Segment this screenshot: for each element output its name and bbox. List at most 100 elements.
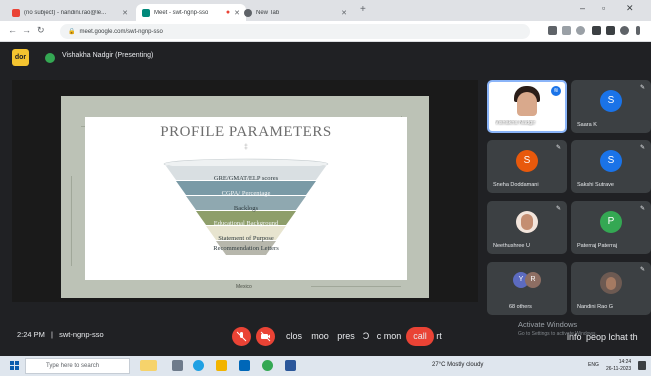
meet-control-bar: 2:24 PM | swt-ngnp-sso clos moo pres Ɔ c… — [0, 318, 651, 356]
reactions-button[interactable]: moo — [308, 327, 332, 346]
chrome-icon — [244, 8, 252, 17]
slide-content: PROFILE PARAMETERS ‡ GRE/GMAT/ELP scores… — [85, 117, 407, 280]
camera-toggle-button[interactable] — [256, 327, 275, 346]
meet-header: dor Vishakha Nadgir (Presenting) — [0, 42, 651, 72]
map-line — [311, 286, 401, 287]
participant-tile-sakshi[interactable]: ✎ S Sakshi Sutrave — [571, 140, 651, 193]
funnel-label: Educational Background — [213, 220, 279, 227]
menu-kebab-icon[interactable] — [636, 26, 640, 35]
divider: | — [51, 330, 53, 339]
url-text: meet.google.com/swt-ngnp-sso — [79, 28, 163, 35]
mic-off-icon: ✎ — [639, 85, 645, 91]
participant-tile-paterraj[interactable]: ✎ P Paterraj Paterraj — [571, 201, 651, 254]
avatar — [600, 272, 622, 294]
clock-date: 26-11-2023 — [606, 366, 632, 372]
participant-name: Neethushree U — [493, 243, 530, 249]
activities-button[interactable]: th — [630, 332, 638, 342]
reload-icon[interactable]: ↻ — [37, 25, 45, 36]
raise-hand-button[interactable]: Ɔ — [360, 327, 372, 346]
sidebar-icon[interactable] — [606, 26, 615, 35]
store-icon[interactable] — [239, 360, 250, 371]
participant-tile-neethushree[interactable]: ✎ Neethushree U — [487, 201, 567, 254]
presenting-icon — [45, 53, 55, 63]
info-button[interactable]: info — [567, 332, 582, 342]
mic-off-icon: ✎ — [639, 145, 645, 151]
avatar: S — [600, 150, 622, 172]
presenting-label: Vishakha Nadgir (Presenting) — [62, 52, 154, 59]
extensions-icon[interactable] — [592, 26, 601, 35]
mic-off-icon: ✎ — [555, 206, 561, 212]
file-explorer-icon[interactable] — [216, 360, 227, 371]
weather-widget[interactable]: 27°C Mostly cloudy — [432, 362, 483, 368]
gmail-icon — [12, 8, 20, 17]
browser-tab-strip: (no subject) - nandini.rao@le... ✕ Meet … — [0, 0, 651, 21]
speaking-indicator-icon: ≋ — [551, 86, 561, 96]
more-options-button[interactable]: c mon — [374, 327, 404, 346]
minimize-icon[interactable]: – — [580, 3, 585, 13]
meeting-details: 2:24 PM | swt-ngnp-sso — [17, 330, 104, 339]
mic-off-icon: ✎ — [555, 145, 561, 151]
tab-title: New Tab — [256, 9, 280, 16]
tab-new-tab[interactable]: New Tab ✕ — [238, 4, 353, 21]
edge-icon[interactable] — [193, 360, 204, 371]
word-icon[interactable] — [285, 360, 296, 371]
avatar — [516, 211, 538, 233]
people-button[interactable]: peop — [586, 332, 606, 342]
participant-name: Sneha Doddamani — [493, 182, 539, 188]
back-icon[interactable]: ← — [8, 25, 17, 35]
mic-toggle-button[interactable] — [232, 327, 251, 346]
task-view-icon[interactable] — [172, 360, 183, 371]
profile-avatar[interactable] — [620, 26, 629, 35]
funnel-label: GRE/GMAT/ELP scores — [213, 175, 279, 182]
tab-meet[interactable]: Meet - swt-ngnp-sso ● ✕ — [136, 4, 246, 21]
end-call-button[interactable]: call — [406, 327, 434, 346]
activate-windows-watermark: Activate Windows — [518, 320, 578, 329]
system-clock[interactable]: 14:24 26-11-2023 — [606, 359, 631, 373]
url-bar[interactable]: 🔒 meet.google.com/swt-ngnp-sso — [60, 24, 530, 39]
participant-tile-sneha[interactable]: ✎ S Sneha Doddamani — [487, 140, 567, 193]
taskbar-search-input[interactable]: Type here to search — [25, 358, 130, 374]
clock-time: 14:24 — [618, 359, 632, 365]
lock-icon: 🔒 — [68, 29, 76, 35]
forward-icon[interactable]: → — [22, 25, 31, 35]
share-icon[interactable] — [562, 26, 571, 35]
participant-tile-saara[interactable]: ✎ S Saara K — [571, 80, 651, 133]
participant-name: Nandini Rao G — [577, 304, 614, 310]
notification-icon[interactable] — [638, 361, 646, 370]
participant-tile-others[interactable]: Y R 68 others — [487, 262, 567, 315]
present-button[interactable]: pres — [334, 327, 358, 346]
tab-gmail[interactable]: (no subject) - nandini.rao@le... ✕ — [6, 4, 134, 21]
participant-name: Vishakha Nadgir — [495, 120, 536, 126]
map-label: Mexico — [236, 284, 252, 290]
funnel-label: CGPA/ Percentage — [221, 190, 271, 197]
funnel-label: Recommendation Letters — [213, 245, 279, 252]
language-indicator[interactable]: ENG — [588, 362, 599, 368]
address-toolbar: ← → ↻ 🔒 meet.google.com/swt-ngnp-sso — [0, 21, 651, 42]
participant-tile-nandini[interactable]: ✎ Nandini Rao G — [571, 262, 651, 315]
mic-off-icon: ✎ — [639, 206, 645, 212]
mic-off-icon — [236, 331, 247, 342]
close-tab-icon[interactable]: ✕ — [341, 9, 347, 17]
bookmark-star-icon[interactable] — [576, 26, 585, 35]
windows-start-icon[interactable] — [10, 361, 20, 371]
participant-name: 68 others — [509, 304, 532, 310]
widgets-icon[interactable] — [140, 360, 157, 371]
participant-name: Sakshi Sutrave — [577, 182, 614, 188]
meeting-code: swt-ngnp-sso — [59, 330, 104, 339]
camera-permission-icon[interactable] — [548, 26, 557, 35]
presentation-stage: Mexico PROFILE PARAMETERS ‡ GRE/GMAT/ELP… — [12, 80, 478, 302]
chat-button[interactable]: lchat — [609, 332, 628, 342]
meet-icon — [142, 8, 150, 17]
captions-button[interactable]: clos — [282, 327, 306, 346]
avatar: P — [600, 211, 622, 233]
close-tab-icon[interactable]: ✕ — [122, 9, 128, 17]
recording-dot-icon: ● — [225, 9, 231, 16]
restore-icon[interactable]: ▫ — [602, 3, 605, 13]
new-tab-plus-icon[interactable]: + — [360, 4, 366, 15]
chrome-icon[interactable] — [262, 360, 273, 371]
windows-taskbar: Type here to search 27°C Mostly cloudy E… — [0, 356, 651, 376]
close-window-icon[interactable]: ✕ — [626, 3, 634, 14]
mic-off-icon: ✎ — [639, 267, 645, 273]
participant-tile-vishakha[interactable]: ≋ Vishakha Nadgir — [487, 80, 567, 133]
meeting-time: 2:24 PM — [17, 330, 45, 339]
